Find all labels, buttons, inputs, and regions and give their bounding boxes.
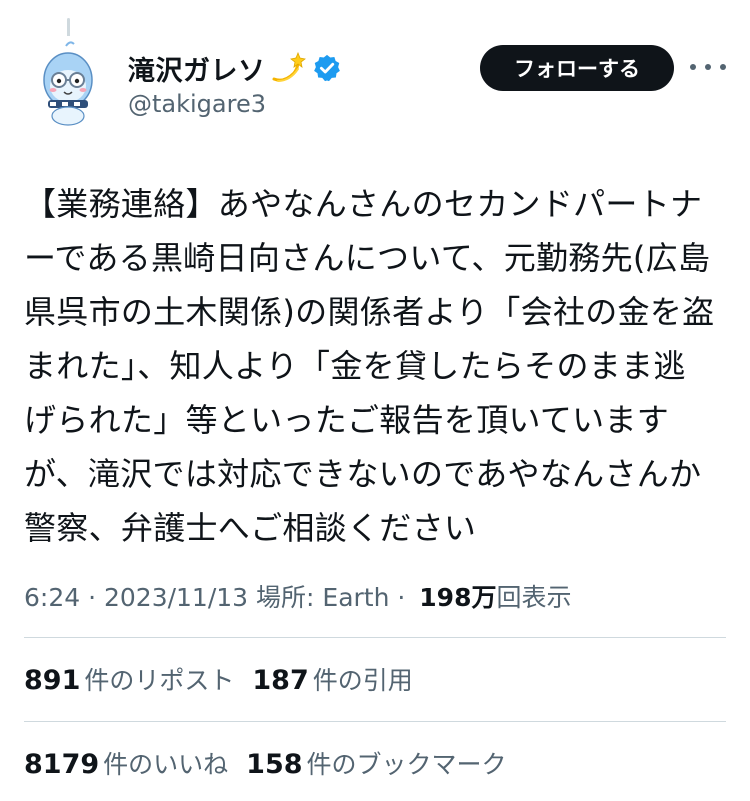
tweet-text: 【業務連絡】あやなんさんのセカンドパートナ ーである黒崎日向さんについて、元勤務… <box>24 177 724 555</box>
tweet-text-line: ーである黒崎日向さんについて、元勤務先(広島 <box>24 239 711 277</box>
quotes-label: 件の引用 <box>312 666 413 695</box>
meta-separator: · <box>389 583 414 612</box>
tweet-text-line: 警察、弁護士へご相談ください <box>24 509 477 547</box>
reposts-count: 891 <box>24 665 81 696</box>
author-name-row[interactable]: 滝沢ガレソ <box>128 48 342 88</box>
verified-badge-icon <box>312 53 342 83</box>
dot <box>690 64 696 70</box>
likes-label: 件のいいね <box>103 750 229 779</box>
reposts-stat[interactable]: 891 件のリポスト <box>24 661 234 697</box>
tweet-text-line: が、滝沢では対応できないのであやなんさんか <box>24 455 702 493</box>
likes-count: 8179 <box>24 749 100 780</box>
dot <box>720 64 726 70</box>
tweet-text-line: まれた」、知人より「金を貸したらそのまま逃 <box>24 347 686 385</box>
meta-separator: · <box>80 583 104 612</box>
follow-button[interactable]: フォローする <box>480 45 674 91</box>
reposts-label: 件のリポスト <box>84 666 235 695</box>
avatar-mascot-icon <box>22 36 114 128</box>
divider <box>24 637 726 638</box>
avatar[interactable] <box>22 36 114 128</box>
tweet-location: 場所: Earth <box>248 583 390 612</box>
quotes-count: 187 <box>252 665 309 696</box>
stats-row-reposts: 891 件のリポスト 187 件の引用 <box>24 661 431 697</box>
dot <box>705 64 711 70</box>
tweet-date[interactable]: 2023/11/13 <box>104 583 248 612</box>
tweet-meta: 6:24 · 2023/11/13 場所: Earth · 198万 回表示 <box>24 578 571 614</box>
divider <box>24 721 726 722</box>
bookmarks-stat[interactable]: 158 件のブックマーク <box>246 745 506 781</box>
author-handle[interactable]: @takigare3 <box>128 90 266 118</box>
stats-row-likes: 8179 件のいいね 158 件のブックマーク <box>24 745 525 781</box>
more-horizontal-icon[interactable] <box>690 57 726 77</box>
tweet-time[interactable]: 6:24 <box>24 583 80 612</box>
quotes-stat[interactable]: 187 件の引用 <box>252 661 412 697</box>
bookmarks-count: 158 <box>246 749 303 780</box>
views-label: 回表示 <box>496 583 572 612</box>
bookmarks-label: 件のブックマーク <box>306 750 507 779</box>
tweet-text-line: 県呉市の土木関係)の関係者より「会社の金を盗 <box>24 293 715 331</box>
views-count: 198万 <box>419 583 497 612</box>
tweet-text-line: げられた」等といったご報告を頂いています <box>24 401 670 439</box>
dizzy-icon <box>270 51 306 85</box>
author-display-name[interactable]: 滝沢ガレソ <box>128 49 266 88</box>
tweet-text-line: 【業務連絡】あやなんさんのセカンドパートナ <box>24 185 703 223</box>
likes-stat[interactable]: 8179 件のいいね <box>24 745 228 781</box>
